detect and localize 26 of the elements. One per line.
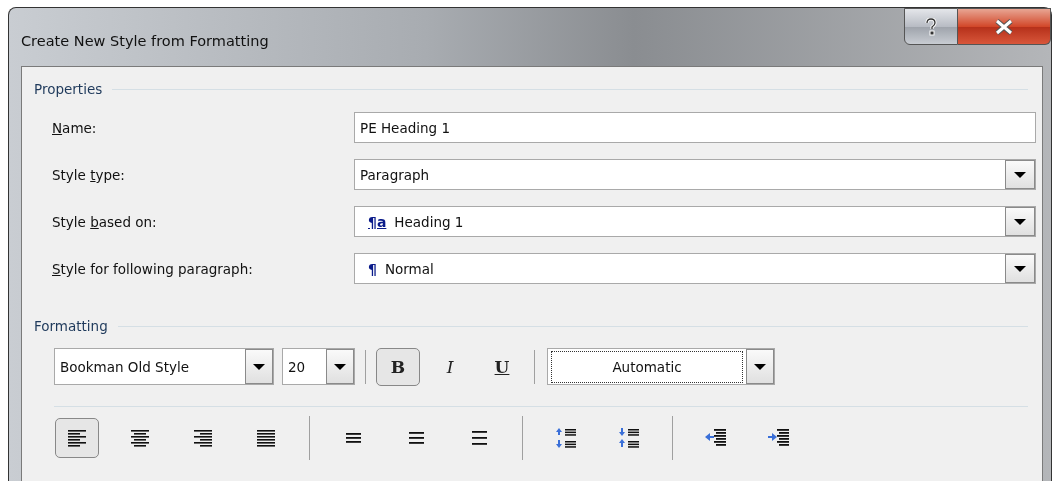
color-dropdown[interactable]: Automatic — [547, 348, 775, 385]
window-title: Create New Style from Formatting — [21, 33, 269, 49]
font-dropdown[interactable]: Bookman Old Style — [54, 348, 274, 385]
italic-button[interactable]: I — [428, 347, 472, 386]
section-heading: Properties — [34, 81, 103, 97]
field-label: Name: — [52, 119, 98, 136]
linked-style-mark: ¶a — [368, 213, 387, 230]
underline-button[interactable]: U — [480, 347, 524, 386]
close-button[interactable] — [958, 8, 1051, 45]
help-icon — [924, 17, 938, 36]
dropdown[interactable]: Paragraph — [354, 159, 1036, 190]
field-label: Style for following paragraph: — [52, 260, 254, 277]
close-icon — [994, 18, 1014, 35]
paragraph-style-mark: ¶ — [368, 260, 377, 277]
paragraph-spacing-icon — [554, 426, 578, 450]
field-label: Style type: — [52, 166, 126, 183]
bold-button[interactable]: B — [376, 347, 420, 386]
size-dropdown[interactable]: 20 — [282, 348, 355, 385]
dropdown[interactable]: ¶a Heading 1 — [354, 206, 1036, 237]
dropdown[interactable]: ¶ Normal — [354, 253, 1036, 284]
field-label: Style based on: — [52, 213, 158, 230]
paragraph-spacing-icon — [617, 426, 641, 450]
section-heading: Formatting — [34, 318, 108, 334]
input-field[interactable]: PE Heading 1 — [354, 112, 1036, 143]
align-left-button[interactable] — [55, 418, 99, 458]
help-button[interactable] — [904, 8, 958, 45]
